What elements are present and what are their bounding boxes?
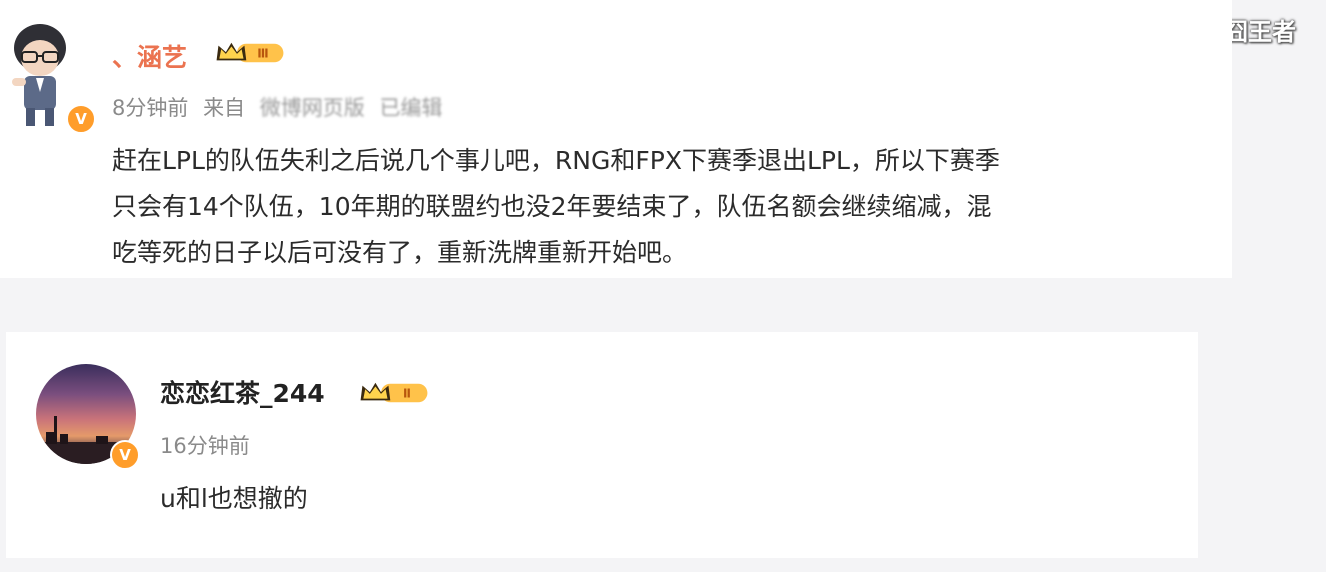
comment-meta: 8分钟前 来自 微博网页版 已编辑 — [112, 92, 450, 122]
username[interactable]: 、涵艺 — [112, 38, 187, 74]
comment-text: 赶在LPL的队伍失利之后说几个事儿吧，RNG和FPX下赛季退出LPL，所以下赛季… — [112, 138, 1212, 276]
verified-badge-icon: V — [66, 104, 96, 134]
source-name: 微博网页版 — [259, 96, 365, 120]
avatar[interactable] — [6, 20, 74, 128]
comment-text: u和l也想撤的 — [160, 484, 308, 513]
member-crown-icon[interactable]: Ⅲ — [212, 40, 288, 66]
comment-line: 只会有14个队伍，10年期的联盟约也没2年要结束了，队伍名额会继续缩减，混 — [112, 192, 992, 221]
comment-line: 赶在LPL的队伍失利之后说几个事儿吧，RNG和FPX下赛季退出LPL，所以下赛季 — [112, 146, 1000, 175]
svg-text:Ⅱ: Ⅱ — [403, 387, 411, 401]
timestamp: 16分钟前 — [160, 434, 250, 458]
svg-text:Ⅲ: Ⅲ — [257, 47, 268, 61]
source-label: 来自 — [203, 96, 246, 120]
member-crown-icon[interactable]: Ⅱ — [356, 380, 432, 406]
timestamp: 8分钟前 — [112, 96, 189, 120]
comment-card: V 、涵艺 Ⅲ 8分钟前 来自 微博网页版 已编辑 赶在LPL的队伍失利之后说几… — [0, 0, 1232, 278]
username[interactable]: 恋恋红茶_244 — [160, 374, 325, 410]
verified-badge-icon: V — [110, 440, 140, 470]
edited-label: 已编辑 — [379, 96, 443, 120]
comment-line: 吃等死的日子以后可没有了，重新洗牌重新开始吧。 — [112, 238, 688, 267]
